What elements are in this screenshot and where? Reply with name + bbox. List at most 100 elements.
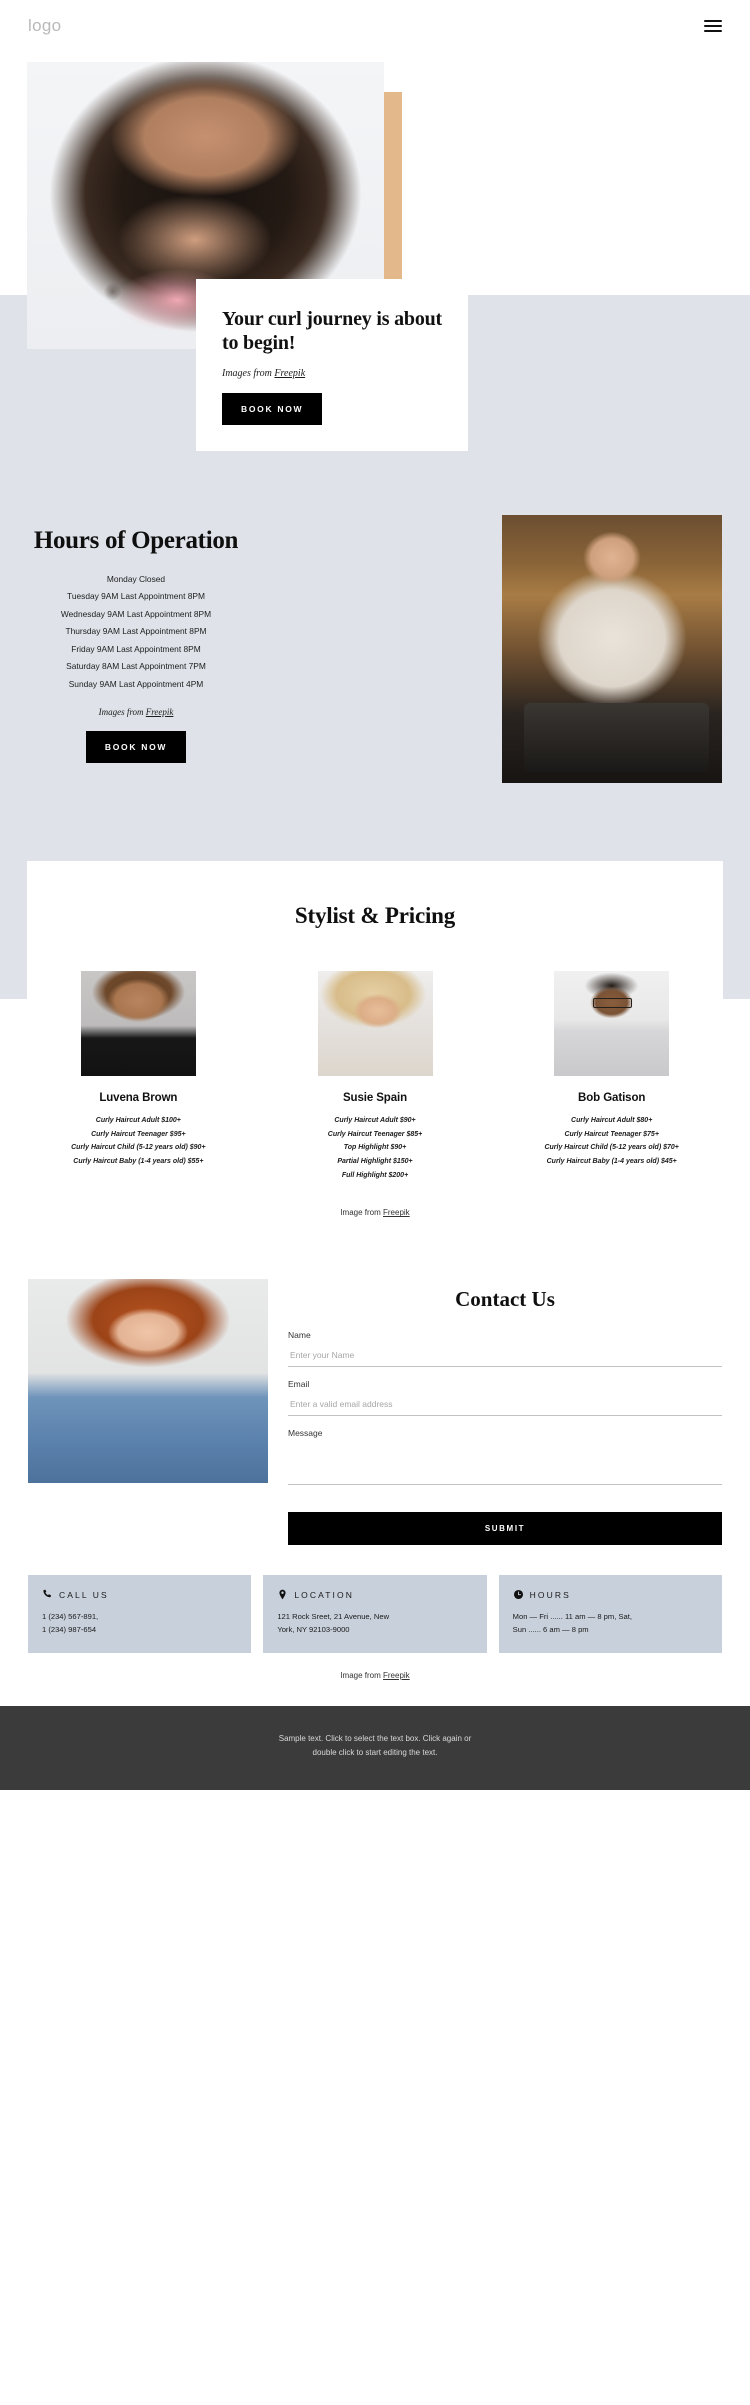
price-list-item: Full Highlight $200+ [341,1171,409,1179]
info-card-hours: HOURS Mon — Fri ...... 11 am — 8 pm, Sat… [498,1575,722,1653]
contact-section: Contact Us Name Email Message SUBMIT [0,1251,750,1546]
info-line: Mon — Fri ...... 11 am — 8 pm, Sat, [512,1612,632,1622]
hero-text-card: Your curl journey is about to begin! Ima… [196,279,468,451]
freepik-link[interactable]: Freepik [274,368,305,379]
info-line: 1 (234) 987-654 [42,1625,97,1635]
name-input[interactable] [288,1346,722,1368]
stylist-credit-prefix: Image from [340,1208,383,1218]
hero-credit-prefix: Images from [222,368,275,380]
hours-title: Hours of Operation [33,527,239,554]
price-list-item: Curly Haircut Adult $100+ [95,1117,181,1124]
info-card-body: 121 Rock Sreet, 21 Avenue, New York, NY … [277,1610,472,1637]
stylist-card: Luvena Brown Curly Haircut Adult $100+ Cu… [28,957,249,1183]
site-footer: Sample text. Click to select the text bo… [0,1705,750,1790]
barber-photo [502,515,722,783]
clock-icon [513,1590,523,1600]
info-line: 121 Rock Sreet, 21 Avenue, New [277,1612,390,1622]
stylist-name: Luvena Brown [99,1092,178,1104]
barber-man-image [502,515,722,783]
price-list-0: Curly Haircut Adult $100+ Curly Haircut T… [28,1114,249,1169]
info-card-location: LOCATION 121 Rock Sreet, 21 Avenue, New … [263,1575,487,1653]
hours-text-block: Hours of Operation Monday Closed Tuesday … [28,515,244,783]
price-list-item: Curly Haircut Adult $90+ [334,1117,416,1124]
contact-title: Contact Us [455,1287,555,1312]
message-textarea[interactable] [288,1443,722,1486]
page-root: logo Your curl journey is about to begin… [0,0,750,1790]
stylist-susie-image [317,971,433,1076]
stylist-pricing-section: Stylist & Pricing Luvena Brown Curly Hai… [0,861,750,1252]
email-field-group: Email [288,1379,722,1417]
info-card-header: CALL US [42,1589,237,1600]
hero-book-now-button[interactable]: BOOK NOW [222,393,323,426]
submit-button[interactable]: SUBMIT [288,1512,722,1546]
stylist-cards: Luvena Brown Curly Haircut Adult $100+ Cu… [0,957,750,1183]
info-cards-row: CALL US 1 (234) 567-891, 1 (234) 987-654… [0,1545,750,1653]
hours-list-item: Saturday 8AM Last Appointment 7PM [66,661,206,672]
price-list-item: Curly Haircut Child (5-12 years old) $70… [544,1144,679,1152]
contact-form-block: Contact Us Name Email Message SUBMIT [288,1279,722,1546]
price-list-2: Curly Haircut Adult $80+ Curly Haircut Te… [501,1114,722,1169]
hours-list-item: Tuesday 9AM Last Appointment 8PM [67,591,205,602]
info-card-header: HOURS [513,1589,708,1600]
footer-line-1: Sample text. Click to select the text bo… [278,1733,472,1743]
stylist-photo [317,971,433,1076]
hours-list-item: Friday 9AM Last Appointment 8PM [71,643,201,654]
info-card-header: LOCATION [277,1589,472,1600]
hours-list-item: Thursday 9AM Last Appointment 8PM [65,626,207,637]
email-input[interactable] [288,1395,722,1417]
stylist-card: Bob Gatison Curly Haircut Adult $80+ Curl… [501,957,723,1183]
price-list-item: Curly Haircut Teenager $85+ [327,1130,423,1138]
price-list-item: Partial Highlight $150+ [337,1157,413,1165]
info-card-title: HOURS [529,1589,571,1600]
price-list-item: Curly Haircut Adult $80+ [571,1117,653,1124]
price-list-item: Curly Haircut Teenager $95+ [91,1130,186,1138]
hero-section: Your curl journey is about to begin! Ima… [0,52,750,451]
hamburger-bar [704,25,722,27]
info-card-call-us: CALL US 1 (234) 567-891, 1 (234) 987-654 [28,1575,252,1653]
info-card-title: LOCATION [294,1589,354,1600]
price-list-item: Curly Haircut Baby (1-4 years old) $45+ [546,1157,677,1165]
stylist-bob-image [554,971,670,1076]
hamburger-menu-icon[interactable] [704,20,722,32]
stylist-luvena-image [80,971,196,1076]
hours-credit-prefix: Images from [98,707,146,718]
stylist-card: Susie Spain Curly Haircut Adult $90+ Curl… [264,957,486,1183]
stylist-photo [80,971,196,1076]
message-field-group: Message [288,1428,722,1490]
freepik-link[interactable]: Freepik [383,1671,410,1680]
hours-section: Hours of Operation Monday Closed Tuesday … [0,447,750,861]
hero-image-credit: Images from Freepik [222,368,442,379]
stylist-name: Bob Gatison [578,1092,646,1104]
freepik-link[interactable]: Freepik [383,1208,410,1217]
site-header: logo [0,0,750,52]
hamburger-bar [704,20,722,22]
hours-list-item: Wednesday 9AM Last Appointment 8PM [60,608,212,619]
email-label: Email [288,1379,310,1390]
info-card-body: 1 (234) 567-891, 1 (234) 987-654 [42,1610,237,1637]
price-list-item: Curly Haircut Baby (1-4 years old) $55+ [73,1157,204,1165]
info-line: Sun ...... 6 am — 8 pm [512,1625,589,1635]
hours-image-credit: Images from Freepik [28,707,244,717]
hero-title: Your curl journey is about to begin! [222,308,443,354]
price-list-1: Curly Haircut Adult $90+ Curly Haircut Te… [265,1114,486,1182]
name-label: Name [288,1330,311,1341]
phone-icon [43,1589,51,1598]
info-line: 1 (234) 567-891, [42,1612,99,1622]
hamburger-bar [704,30,722,32]
footer-line-2: double click to start editing the text. [312,1747,438,1757]
name-field-group: Name [288,1330,722,1368]
price-list-item: Curly Haircut Child (5-12 years old) $90… [71,1144,206,1152]
bottom-image-credit: Image from Freepik [0,1653,750,1706]
stylist-image-credit: Image from Freepik [0,1208,750,1217]
site-logo[interactable]: logo [28,16,61,36]
message-label: Message [288,1428,323,1439]
stylist-name: Susie Spain [342,1092,408,1104]
hours-list-item: Monday Closed [106,574,166,584]
price-list-item: Curly Haircut Teenager $75+ [564,1130,659,1138]
stylist-section-title: Stylist & Pricing [294,903,456,928]
info-card-body: Mon — Fri ...... 11 am — 8 pm, Sat, Sun … [513,1610,708,1637]
contact-photo [28,1279,268,1484]
info-line: York, NY 92103-9000 [277,1625,350,1635]
freepik-link[interactable]: Freepik [146,707,174,717]
hours-book-now-button[interactable]: BOOK NOW [85,731,187,764]
